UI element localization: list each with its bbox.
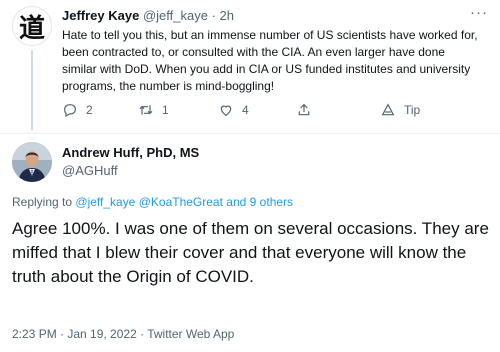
replying-others-link[interactable]: 9 others: [250, 195, 293, 209]
like-icon: [220, 105, 232, 117]
tweet-text: Hate to tell you this, but an immense nu…: [62, 28, 478, 93]
reply-icon: [64, 104, 76, 118]
tweet-actions: 2 1 4 Tip: [62, 102, 442, 122]
retweet-button[interactable]: 1: [138, 102, 169, 118]
tip-button[interactable]: Tip: [380, 102, 420, 118]
share-icon: [298, 103, 310, 116]
meta-separator: ·: [211, 8, 216, 23]
author-handle[interactable]: @jeff_kaye: [143, 8, 208, 23]
more-icon[interactable]: ···: [470, 4, 488, 21]
replying-to: Replying to @jeff_kaye @KoaTheGreat and …: [12, 195, 293, 209]
replying-prefix: Replying to: [12, 195, 73, 209]
tip-icon: [381, 103, 395, 116]
tweet-header: Jeffrey Kaye @jeff_kaye · 2h: [62, 8, 234, 23]
like-count: 4: [242, 103, 249, 117]
tip-label: Tip: [404, 103, 421, 117]
avatar-glyph: 道: [18, 13, 45, 44]
retweet-icon: [139, 105, 153, 115]
author-avatar[interactable]: [12, 142, 52, 182]
retweet-count: 1: [162, 103, 169, 117]
replying-users-link[interactable]: @jeff_kaye @KoaTheGreat: [75, 195, 223, 209]
tweet-divider: [0, 133, 500, 134]
author-avatar[interactable]: 道: [12, 6, 52, 46]
reply-button[interactable]: 2: [62, 102, 93, 118]
reply-count: 2: [86, 103, 93, 117]
author-name[interactable]: Andrew Huff, PhD, MS: [62, 145, 199, 160]
avatar-photo: [12, 142, 52, 182]
tweet-time[interactable]: 2h: [220, 8, 234, 23]
author-handle[interactable]: @AGHuff: [62, 163, 118, 178]
replying-conjunction: and: [226, 195, 247, 209]
like-button[interactable]: 4: [218, 102, 249, 118]
tweet-text: Agree 100%. I was one of them on several…: [12, 219, 489, 286]
tweet-timestamp[interactable]: 2:23 PM · Jan 19, 2022 · Twitter Web App: [12, 327, 234, 341]
share-button[interactable]: [296, 102, 312, 118]
author-name[interactable]: Jeffrey Kaye: [62, 8, 139, 23]
thread-connector: [31, 50, 33, 130]
